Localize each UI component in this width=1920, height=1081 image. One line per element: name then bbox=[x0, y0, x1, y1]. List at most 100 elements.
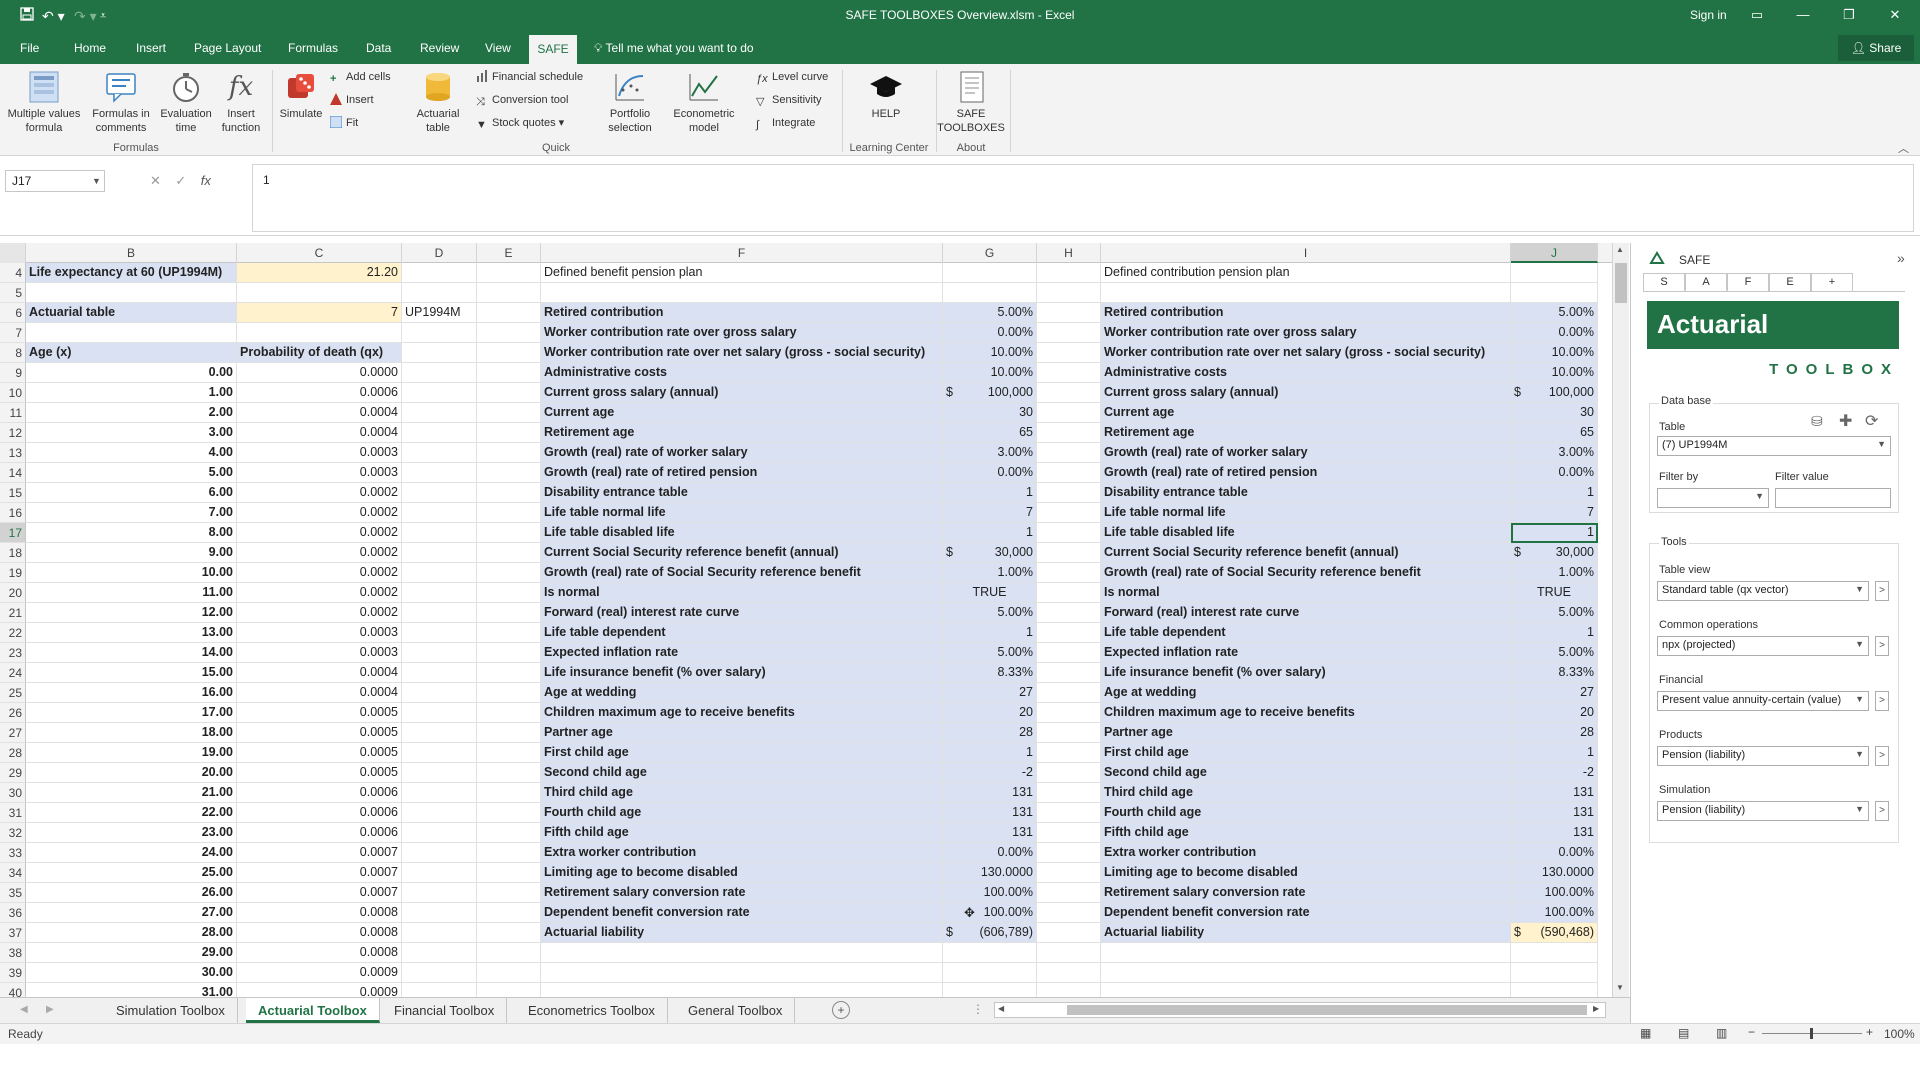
cell-f[interactable] bbox=[541, 963, 943, 983]
dc-param-value[interactable]: 30 bbox=[1511, 403, 1598, 423]
db-param-value[interactable]: 100.00% bbox=[943, 883, 1037, 903]
dc-param-value[interactable]: 0.00% bbox=[1511, 463, 1598, 483]
qx-value[interactable]: 0.0005 bbox=[237, 703, 402, 723]
sheet-tab-econometrics[interactable]: Econometrics Toolbox bbox=[516, 998, 668, 1023]
age-value[interactable]: 25.00 bbox=[26, 863, 237, 883]
qx-value[interactable]: 0.0006 bbox=[237, 823, 402, 843]
age-value[interactable]: 19.00 bbox=[26, 743, 237, 763]
cell-d[interactable] bbox=[402, 703, 477, 723]
age-value[interactable]: 27.00 bbox=[26, 903, 237, 923]
db-param-value[interactable]: $30,000 bbox=[943, 543, 1037, 563]
sheet-tab-general[interactable]: General Toolbox bbox=[676, 998, 796, 1023]
cell-e[interactable] bbox=[477, 683, 541, 703]
qx-value[interactable]: 0.0002 bbox=[237, 483, 402, 503]
insert-button[interactable]: Insert bbox=[330, 93, 374, 107]
dc-param-label[interactable]: Life table dependent bbox=[1101, 623, 1511, 643]
db-param-label[interactable]: Partner age bbox=[541, 723, 943, 743]
dc-param-label[interactable]: Growth (real) rate of worker salary bbox=[1101, 443, 1511, 463]
cell-d[interactable] bbox=[402, 563, 477, 583]
db-param-label[interactable]: Retired contribution bbox=[541, 303, 943, 323]
row-header[interactable]: 6 bbox=[0, 303, 26, 323]
dc-param-label[interactable]: Dependent benefit conversion rate bbox=[1101, 903, 1511, 923]
column-header-j[interactable]: J bbox=[1511, 243, 1598, 263]
dc-param-value[interactable]: 0.00% bbox=[1511, 323, 1598, 343]
row-header[interactable]: 32 bbox=[0, 823, 26, 843]
db-param-value[interactable]: 27 bbox=[943, 683, 1037, 703]
cell-j[interactable] bbox=[1511, 263, 1598, 283]
dc-param-value[interactable]: 1 bbox=[1511, 743, 1598, 763]
dc-param-label[interactable]: Life table disabled life bbox=[1101, 523, 1511, 543]
cell-d[interactable] bbox=[402, 863, 477, 883]
dc-param-label[interactable]: Growth (real) rate of retired pension bbox=[1101, 463, 1511, 483]
cell-d[interactable] bbox=[402, 623, 477, 643]
integrate-button[interactable]: ∫ Integrate bbox=[756, 116, 815, 131]
sheet-tab-financial[interactable]: Financial Toolbox bbox=[382, 998, 508, 1023]
row-header[interactable]: 12 bbox=[0, 423, 26, 443]
life-expectancy-label[interactable]: Life expectancy at 60 (UP1994M) bbox=[26, 263, 237, 283]
db-param-label[interactable]: Worker contribution rate over net salary… bbox=[541, 343, 943, 363]
tab-view[interactable]: View bbox=[485, 41, 511, 55]
db-param-value[interactable]: 5.00% bbox=[943, 643, 1037, 663]
dc-param-value[interactable]: 28 bbox=[1511, 723, 1598, 743]
help-button[interactable]: HELP bbox=[858, 70, 914, 121]
cell-e[interactable] bbox=[477, 743, 541, 763]
cell-h[interactable] bbox=[1037, 743, 1101, 763]
cell-g[interactable] bbox=[943, 943, 1037, 963]
cell-e[interactable] bbox=[477, 583, 541, 603]
insert-function-button[interactable]: fx Insert function bbox=[214, 70, 268, 135]
row-header[interactable]: 18 bbox=[0, 543, 26, 563]
age-value[interactable]: 4.00 bbox=[26, 443, 237, 463]
cell-e[interactable] bbox=[477, 803, 541, 823]
cell-i[interactable] bbox=[1101, 963, 1511, 983]
cell-e[interactable] bbox=[477, 823, 541, 843]
cell-j[interactable] bbox=[1511, 963, 1598, 983]
db-param-value[interactable]: 65 bbox=[943, 423, 1037, 443]
vertical-scroll-thumb[interactable] bbox=[1615, 263, 1627, 303]
qx-value[interactable]: 0.0007 bbox=[237, 883, 402, 903]
dc-param-label[interactable]: Second child age bbox=[1101, 763, 1511, 783]
db-param-value[interactable]: 1 bbox=[943, 483, 1037, 503]
qx-value[interactable]: 0.0004 bbox=[237, 683, 402, 703]
db-param-label[interactable]: Life insurance benefit (% over salary) bbox=[541, 663, 943, 683]
restore-icon[interactable]: ❐ bbox=[1834, 4, 1864, 26]
life-expectancy-value[interactable]: 21.20 bbox=[237, 263, 402, 283]
cell-e[interactable] bbox=[477, 443, 541, 463]
age-value[interactable]: 18.00 bbox=[26, 723, 237, 743]
db-param-label[interactable]: Is normal bbox=[541, 583, 943, 603]
cell-d[interactable] bbox=[402, 323, 477, 343]
cell-d[interactable] bbox=[402, 783, 477, 803]
row-header[interactable]: 7 bbox=[0, 323, 26, 343]
dc-param-value[interactable]: 0.00% bbox=[1511, 843, 1598, 863]
age-value[interactable]: 16.00 bbox=[26, 683, 237, 703]
cell-d[interactable] bbox=[402, 643, 477, 663]
close-pane-icon[interactable]: » bbox=[1897, 250, 1905, 266]
cell-h[interactable] bbox=[1037, 603, 1101, 623]
cell-h[interactable] bbox=[1037, 563, 1101, 583]
enter-icon[interactable]: ✓ bbox=[175, 173, 186, 188]
scroll-down-icon[interactable]: ▼ bbox=[1616, 983, 1624, 992]
cell-d[interactable] bbox=[402, 603, 477, 623]
row-header[interactable]: 39 bbox=[0, 963, 26, 983]
qx-value[interactable]: 0.0000 bbox=[237, 363, 402, 383]
qx-column-header[interactable]: Probability of death (qx) bbox=[237, 343, 402, 363]
products-run-button[interactable]: > bbox=[1875, 746, 1889, 766]
cell-d[interactable] bbox=[402, 363, 477, 383]
sign-in-link[interactable]: Sign in bbox=[1690, 8, 1727, 22]
column-header-c[interactable]: C bbox=[237, 243, 402, 263]
cell-h[interactable] bbox=[1037, 803, 1101, 823]
cell-e[interactable] bbox=[477, 963, 541, 983]
cell-h[interactable] bbox=[1037, 783, 1101, 803]
db-param-value[interactable]: 1 bbox=[943, 743, 1037, 763]
age-value[interactable]: 12.00 bbox=[26, 603, 237, 623]
econometric-model-button[interactable]: Econometric model bbox=[668, 70, 740, 135]
tab-home[interactable]: Home bbox=[74, 41, 106, 55]
dc-param-value[interactable]: 100.00% bbox=[1511, 903, 1598, 923]
cell-h[interactable] bbox=[1037, 383, 1101, 403]
cell-e[interactable] bbox=[477, 463, 541, 483]
cell-e[interactable] bbox=[477, 303, 541, 323]
dc-param-value[interactable]: 1 bbox=[1511, 623, 1598, 643]
worksheet-grid[interactable]: B C D E F G H I J 4 Life expectancy at 60… bbox=[0, 243, 1612, 997]
cell-e[interactable] bbox=[477, 563, 541, 583]
sheet-scroll-left-icon[interactable]: ◀ bbox=[20, 1004, 28, 1015]
dc-param-value[interactable]: $100,000 bbox=[1511, 383, 1598, 403]
